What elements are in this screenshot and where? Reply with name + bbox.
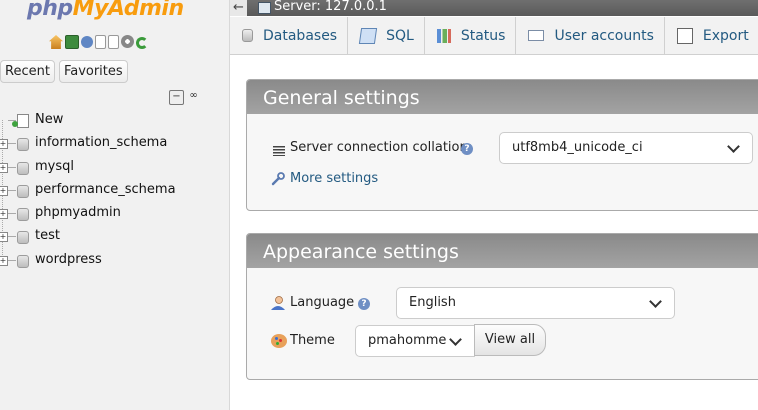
collation-value: utf8mb4_unicode_ci (512, 140, 643, 155)
theme-value: pmahomme (368, 333, 447, 348)
chevron-down-icon (649, 295, 662, 308)
tree-item-label[interactable]: information_schema (35, 135, 167, 150)
tree-item-label[interactable]: phpmyadmin (35, 205, 121, 220)
tab-recent[interactable]: Recent (0, 60, 55, 83)
tree-item-mysql[interactable]: + mysql (0, 156, 200, 179)
expand-icon[interactable]: + (0, 209, 8, 220)
tree-controls: − ∞ (169, 90, 200, 105)
view-all-themes-button[interactable]: View all (474, 324, 546, 356)
export-icon (676, 27, 693, 44)
tab-databases[interactable]: Databases (230, 17, 349, 54)
tab-sql[interactable]: SQL (348, 17, 425, 54)
tree-item-phpmyadmin[interactable]: + phpmyadmin (0, 202, 200, 225)
collation-label: Server connection collation: (290, 140, 473, 155)
tree-item-test[interactable]: + test (0, 225, 200, 248)
tab-label: Status (460, 27, 506, 44)
tree-item-label[interactable]: New (35, 112, 63, 127)
theme-label: Theme (290, 333, 335, 348)
expand-icon[interactable]: + (0, 232, 8, 243)
quick-links (49, 35, 148, 49)
wrench-icon (271, 172, 285, 186)
tree-item-label[interactable]: wordpress (35, 252, 102, 267)
help-icon[interactable]: ? (358, 298, 370, 310)
phpmyadmin-logo[interactable]: phpMyAdmin (27, 0, 184, 21)
tree-item-performance-schema[interactable]: + performance_schema (0, 179, 200, 202)
language-icon (271, 296, 285, 310)
tab-export[interactable]: Export (665, 17, 758, 54)
more-settings-link[interactable]: More settings (290, 171, 378, 186)
database-icon (17, 208, 29, 222)
language-label: Language (290, 295, 355, 310)
tab-label: Databases (263, 27, 338, 44)
database-icon (17, 254, 29, 268)
tab-label: SQL (386, 27, 414, 44)
server-icon (258, 2, 271, 14)
database-icon (17, 138, 29, 152)
panel-title: General settings (247, 80, 758, 114)
collapse-arrow-icon[interactable]: ← (230, 0, 247, 16)
tab-label: User accounts (554, 27, 654, 44)
docs-page-icon[interactable] (108, 35, 119, 49)
tree-item-label[interactable]: mysql (35, 159, 74, 174)
language-value: English (409, 295, 456, 310)
tab-favorites[interactable]: Favorites (58, 60, 128, 83)
theme-select[interactable]: pmahomme (355, 325, 475, 357)
tab-user-accounts[interactable]: User accounts (516, 17, 665, 54)
help-icon[interactable]: ? (461, 143, 473, 155)
tree-item-label[interactable]: performance_schema (35, 182, 176, 197)
user-accounts-icon (528, 30, 545, 41)
logout-icon[interactable] (65, 35, 79, 49)
database-tree: New + information_schema + mysql + perfo… (0, 109, 200, 272)
collation-select[interactable]: utf8mb4_unicode_ci (499, 132, 753, 164)
database-icon (242, 29, 253, 42)
server-breadcrumb-bar: ← Server: 127.0.0.1 (230, 0, 758, 16)
chevron-down-icon (449, 333, 462, 346)
link-with-main-icon[interactable]: ∞ (187, 90, 200, 103)
top-menu: Databases SQL Status User accounts Expor… (230, 17, 758, 55)
sql-icon (358, 27, 378, 44)
language-select[interactable]: English (396, 287, 675, 319)
status-icon (436, 28, 451, 43)
navigation-panel: phpMyAdmin Recent Favorites − ∞ New + in… (0, 0, 230, 410)
expand-icon[interactable]: + (0, 162, 8, 173)
tree-item-label[interactable]: test (35, 228, 60, 243)
database-icon (17, 161, 29, 175)
database-icon (17, 231, 29, 245)
collapse-all-icon[interactable]: − (169, 90, 184, 105)
panel-title: Appearance settings (247, 234, 758, 268)
tree-item-information-schema[interactable]: + information_schema (0, 132, 200, 155)
general-settings-panel: General settings Server connection colla… (246, 79, 758, 211)
expand-icon[interactable]: + (0, 255, 8, 266)
appearance-settings-panel: Appearance settings Language ? English T… (246, 233, 758, 380)
settings-gear-icon[interactable] (121, 35, 134, 48)
chevron-down-icon (727, 140, 740, 153)
new-icon (12, 114, 29, 128)
documentation-icon[interactable] (95, 35, 106, 49)
help-icon[interactable] (81, 36, 93, 48)
expand-icon[interactable]: + (0, 139, 8, 150)
tab-status[interactable]: Status (425, 17, 517, 54)
sidebar-resize-handle[interactable] (229, 0, 230, 410)
theme-palette-icon (271, 334, 287, 348)
recent-favorites-tabs: Recent Favorites (0, 60, 128, 83)
home-icon[interactable] (49, 35, 63, 49)
reload-icon[interactable] (136, 37, 148, 49)
expand-icon[interactable]: + (0, 185, 8, 196)
tree-item-new[interactable]: New (0, 109, 200, 132)
list-icon (273, 146, 285, 156)
database-icon (17, 184, 29, 198)
server-breadcrumb[interactable]: Server: 127.0.0.1 (274, 0, 387, 14)
tab-label: Export (702, 27, 749, 44)
tree-item-wordpress[interactable]: + wordpress (0, 249, 200, 272)
